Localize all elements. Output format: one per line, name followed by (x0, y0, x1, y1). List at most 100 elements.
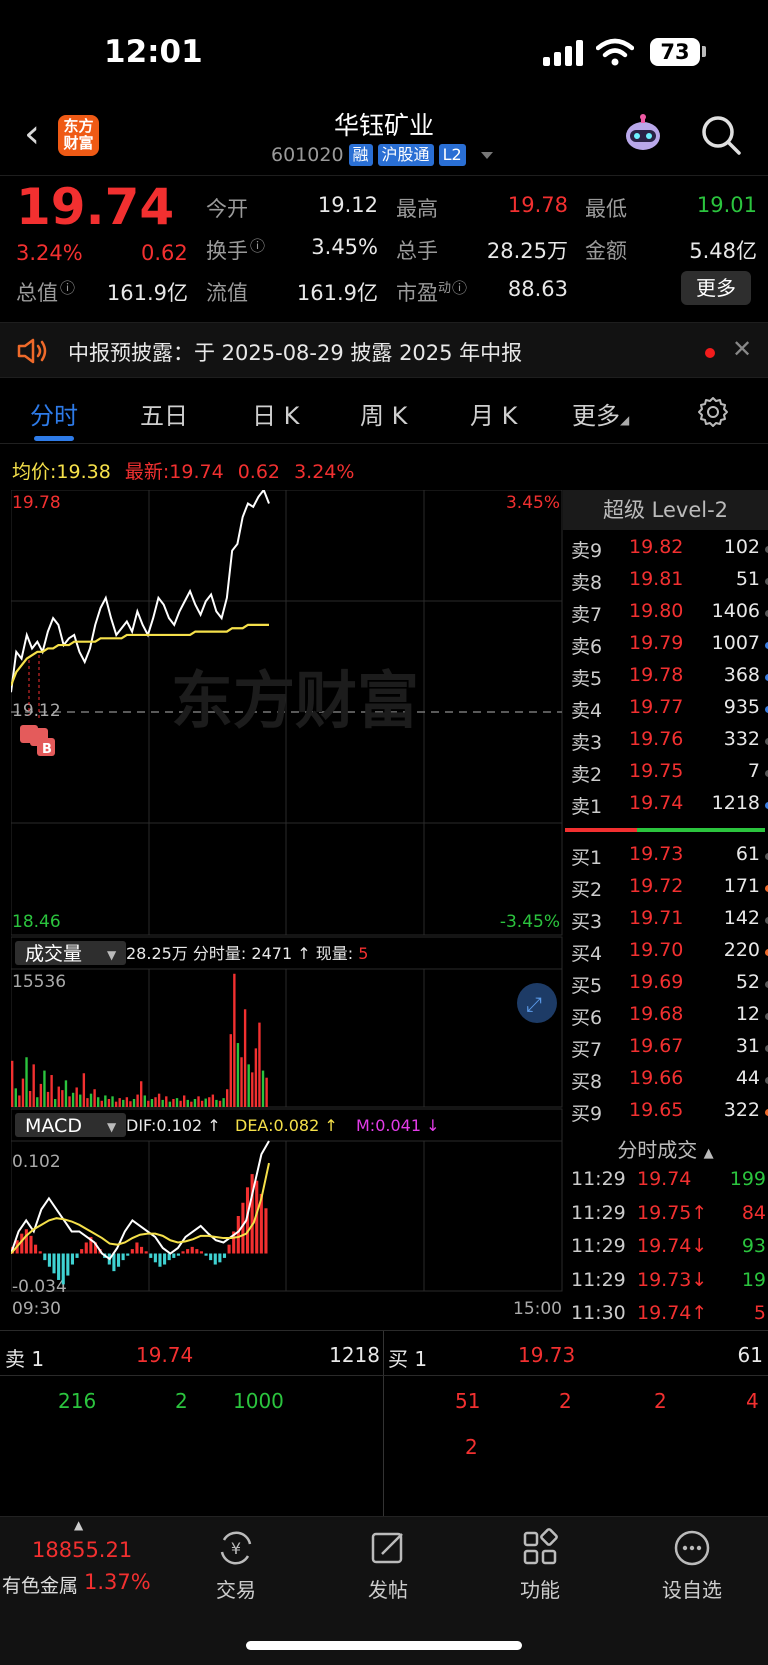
close-icon[interactable]: ✕ (732, 335, 752, 363)
tab-daily-k[interactable]: 日 K (252, 396, 299, 431)
tab-five-day[interactable]: 五日 (140, 396, 188, 431)
volume-value: 28.25万 (486, 239, 568, 263)
margin-tag: 融 (348, 144, 373, 166)
volume-bar (193, 1099, 197, 1107)
macd-bar (130, 1249, 134, 1254)
ask-level: 卖6 (571, 636, 603, 658)
stock-code: 601020 (271, 144, 344, 166)
volume-bar (122, 1099, 125, 1107)
home-indicator[interactable] (246, 1641, 522, 1650)
volume-bar (114, 1101, 118, 1107)
ask-row[interactable]: 卖7 19.80 1406 (571, 596, 768, 628)
ask-row[interactable]: 卖3 19.76 332 (571, 724, 768, 756)
level2-title[interactable]: 超级 Level-2 (563, 490, 768, 530)
stock-code-line[interactable]: 601020 融 沪股通 L2 (271, 144, 493, 166)
volume-bar (165, 1096, 168, 1107)
notice-text: 中报预披露：于 2025-08-29 披露 2025 年中报 (68, 341, 523, 365)
bid-price: 19.65 (629, 1099, 684, 1121)
bid-row[interactable]: 买3 19.71 142 (571, 903, 768, 935)
chevron-down-icon: ▼ (107, 1120, 117, 1134)
bid-volume: 142 (723, 907, 760, 929)
tab-post[interactable]: 发帖 (328, 1516, 448, 1603)
volume-bar (21, 1078, 25, 1107)
tab-add-watchlist[interactable]: 设自选 (632, 1516, 752, 1603)
buy-order: 2 (465, 1435, 478, 1459)
ask-row[interactable]: 卖8 19.81 51 (571, 564, 768, 596)
volume-bar (200, 1100, 204, 1107)
bid-row[interactable]: 买2 19.72 171 (571, 871, 768, 903)
index-ticker[interactable]: ▲ 18855.21 有色金属 1.37% (0, 1516, 160, 1616)
robot-assistant-icon[interactable] (622, 114, 664, 156)
bid-row[interactable]: 买6 19.68 12 (571, 999, 768, 1031)
tick-volume: 93 (741, 1235, 766, 1257)
cellular-signal-icon (543, 40, 583, 66)
ticks-title[interactable]: 分时成交 ▲ (563, 1134, 768, 1163)
ask-level: 卖3 (571, 732, 603, 754)
settings-gear-icon[interactable] (697, 396, 729, 428)
sell-order: 2 (175, 1389, 188, 1413)
bid-row[interactable]: 买7 19.67 31 (571, 1031, 768, 1063)
stock-header: ‹ 东方财富 华钰矿业 601020 融 沪股通 L2 (0, 100, 768, 176)
price-axis-mid: 19.12 (12, 701, 61, 721)
tab-trade[interactable]: ¥ 交易 (176, 1516, 296, 1603)
ask-price: 19.80 (629, 600, 684, 622)
ask-price: 19.76 (629, 728, 684, 750)
ask-row[interactable]: 卖5 19.78 368 (571, 660, 768, 692)
current-price: 19.74 (16, 178, 175, 236)
macd-bar (144, 1251, 148, 1254)
tick-volume: 199 (729, 1168, 766, 1190)
ask-row[interactable]: 卖1 19.74 1218 (571, 788, 768, 820)
buy-order: 4 (746, 1389, 759, 1413)
volume-bar (68, 1096, 71, 1107)
macd-bar (34, 1244, 38, 1254)
bid-row[interactable]: 买9 19.65 322 (571, 1095, 768, 1127)
tick-row: 11:29 19.75↑ 84 (571, 1198, 768, 1230)
pct-axis-top: 3.45% (506, 493, 560, 513)
bid-row[interactable]: 买1 19.73 61 (571, 839, 768, 871)
tab-weekly-k[interactable]: 周 K (360, 396, 407, 431)
index-name: 有色金属 (2, 1575, 79, 1597)
macd-bar (135, 1242, 139, 1254)
ask-volume: 1007 (711, 632, 760, 654)
bid-row[interactable]: 买8 19.66 44 (571, 1063, 768, 1095)
volume-bar (71, 1092, 75, 1107)
volume-bar (247, 1064, 250, 1107)
volume-bar (82, 1073, 86, 1107)
ask-row[interactable]: 卖4 19.77 935 (571, 692, 768, 724)
tab-more[interactable]: 更多◢ (572, 396, 629, 431)
tick-volume: 5 (753, 1302, 766, 1324)
more-button[interactable]: 更多 (681, 271, 751, 305)
ask-row[interactable]: 卖2 19.75 7 (571, 756, 768, 788)
tick-time: 11:29 (571, 1268, 626, 1291)
edit-post-icon (371, 1532, 403, 1564)
macd-bar (43, 1253, 47, 1261)
macd-bar (24, 1229, 28, 1254)
tab-trade-label: 交易 (216, 1578, 256, 1602)
speaker-icon (17, 338, 47, 364)
chevron-down-icon: ▼ (107, 948, 117, 962)
volume-bar (18, 1095, 21, 1107)
intraday-info: 均价:19.38 最新:19.74 0.62 3.24% (12, 461, 355, 483)
volume-bar (236, 1043, 240, 1107)
bid-level: 买3 (571, 911, 603, 933)
bid-level: 买6 (571, 1007, 603, 1029)
notice-banner[interactable]: 中报预披露：于 2025-08-29 披露 2025 年中报 ✕ (0, 322, 768, 378)
search-icon[interactable] (700, 114, 742, 156)
volume-bar (222, 1098, 225, 1107)
ask-row[interactable]: 卖6 19.79 1007 (571, 628, 768, 660)
bid-row[interactable]: 买4 19.70 220 (571, 935, 768, 967)
ask-price: 19.74 (629, 792, 684, 814)
volume-bar (190, 1101, 193, 1107)
bid-row[interactable]: 买5 19.69 52 (571, 967, 768, 999)
volume-title: 成交量 (25, 943, 82, 965)
chevron-down-icon (480, 151, 493, 159)
macd-bar (52, 1253, 56, 1274)
tick-price: 19.74↓ (637, 1235, 708, 1257)
tab-intraday[interactable]: 分时 (30, 396, 78, 431)
volume-bar (129, 1101, 132, 1107)
tab-functions[interactable]: 功能 (480, 1516, 600, 1603)
chart-panel[interactable]: 东方财富 19.78 19.12 18.46 3.45% -3.45% B 成交… (11, 490, 563, 1330)
macd-bar (70, 1253, 74, 1265)
ask-row[interactable]: 卖9 19.82 102 (571, 532, 768, 564)
tab-monthly-k[interactable]: 月 K (470, 396, 517, 431)
